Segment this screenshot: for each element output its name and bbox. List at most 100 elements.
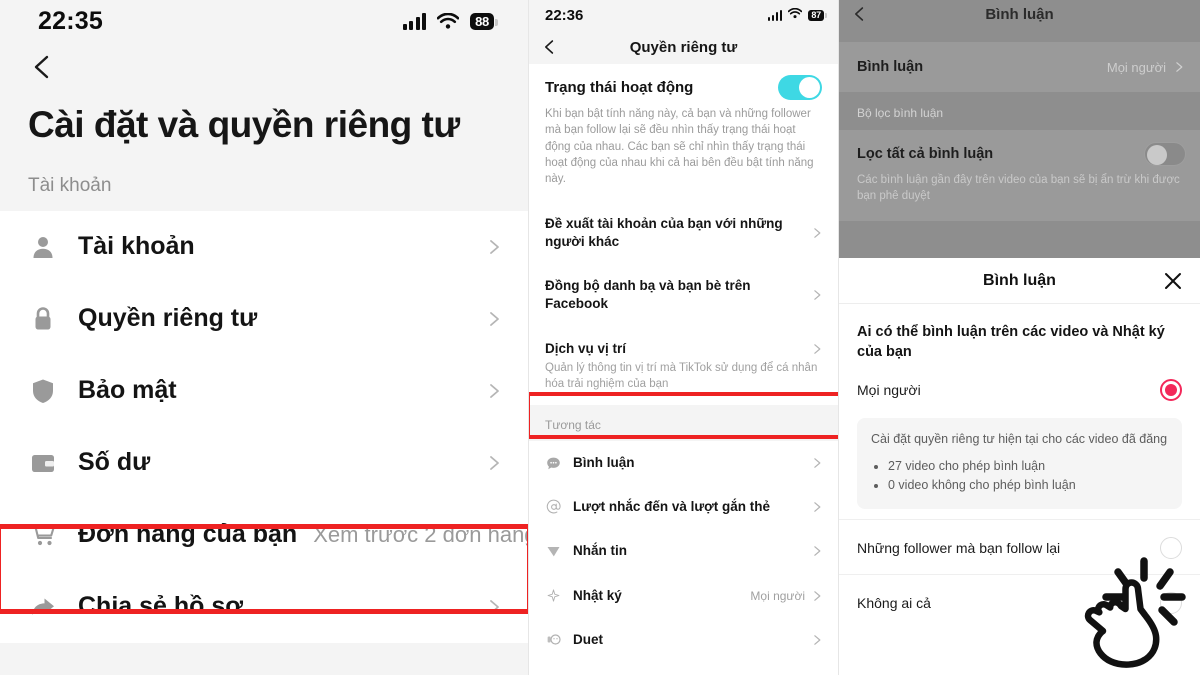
at-mention-icon <box>545 499 562 516</box>
option-everyone[interactable]: Mọi người <box>839 362 1200 416</box>
cellular-signal-icon <box>402 12 427 30</box>
interaction-row-label: Nhắn tin <box>573 543 627 559</box>
wallet-icon <box>28 448 58 478</box>
sheet-question: Ai có thể bình luận trên các video và Nh… <box>857 324 1165 360</box>
comments-setting-card: Bình luận Mọi người <box>839 42 1200 92</box>
privacy-row-label: Dịch vụ vị trí <box>545 340 627 356</box>
chevron-right-icon <box>490 383 499 398</box>
infobox-bullet: 0 video không cho phép bình luận <box>888 476 1168 495</box>
interaction-row-duet[interactable]: Duet <box>529 617 838 663</box>
shield-icon <box>28 376 58 406</box>
option-label: Không ai cả <box>857 595 931 612</box>
status-bar: 22:36 87 <box>529 0 838 30</box>
dimmed-background-layer: Bình luận Bình luận Mọi người Bộ lọc bìn… <box>839 0 1200 258</box>
settings-row-orders[interactable]: Đơn hàng của bạn Xem trước 2 đơn hàng <box>0 498 528 571</box>
chevron-right-icon <box>814 546 821 557</box>
activity-status-row[interactable]: Trạng thái hoạt động <box>529 64 838 102</box>
chevron-right-icon <box>814 228 821 238</box>
section-label-account: Tài khoản <box>28 174 112 196</box>
settings-row-security[interactable]: Bảo mật <box>0 354 528 427</box>
wifi-icon <box>788 6 803 24</box>
privacy-row-label: Đề xuất tài khoản của bạn với những ngườ… <box>545 215 783 249</box>
nav-bar: Quyền riêng tư <box>529 30 838 64</box>
send-message-icon <box>545 543 562 560</box>
activity-status-label: Trạng thái hoạt động <box>545 79 694 96</box>
location-services-description: Quản lý thông tin vị trí mà TikTok sử dụ… <box>545 361 818 390</box>
settings-row-label: Đơn hàng của bạn <box>78 520 298 549</box>
chevron-right-icon <box>490 311 499 326</box>
settings-row-label: Bảo mật <box>78 376 177 405</box>
settings-row-share-profile[interactable]: Chia sẻ hồ sơ <box>0 570 528 643</box>
interaction-row-stories[interactable]: Nhật ký Mọi người <box>529 573 838 618</box>
privacy-list-top: Trạng thái hoạt động Khi bạn bật tính nă… <box>529 64 838 405</box>
chevron-right-icon <box>814 290 821 301</box>
filter-all-comments-description: Các bình luận gần đây trên video của bạn… <box>857 174 1180 203</box>
settings-row-account[interactable]: Tài khoản <box>0 210 528 283</box>
chevron-right-icon <box>814 343 821 354</box>
option-radio-selected[interactable] <box>1160 379 1182 401</box>
settings-row-privacy[interactable]: Quyền riêng tư <box>0 282 528 355</box>
privacy-row-suggest-account[interactable]: Đề xuất tài khoản của bạn với những ngườ… <box>529 201 838 265</box>
interaction-list: Bình luận Lượt nhắc đến và lượt gắn thẻ … <box>529 440 838 675</box>
sheet-title: Bình luận <box>983 271 1056 289</box>
group-label-interaction: Tương tác <box>529 404 838 441</box>
filter-all-comments-row[interactable]: Lọc tất cả bình luận <box>839 130 1200 166</box>
nav-bar: Bình luận <box>839 0 1200 28</box>
settings-row-label: Chia sẻ hồ sơ <box>78 592 244 621</box>
chevron-right-icon <box>490 239 499 254</box>
settings-row-balance[interactable]: Số dư <box>0 426 528 499</box>
infobox-heading: Cài đặt quyền riêng tư hiện tại cho các … <box>871 432 1168 446</box>
settings-row-label: Quyền riêng tư <box>78 304 258 333</box>
comments-permission-label: Bình luận <box>857 59 924 75</box>
comments-permission-value: Mọi người <box>1106 59 1166 75</box>
status-bar: 22:35 88 <box>0 0 528 42</box>
option-no-one[interactable]: Không ai cả <box>839 574 1200 629</box>
settings-row-label: Số dư <box>78 448 151 477</box>
nav-title: Quyền riêng tư <box>629 38 738 56</box>
settings-row-value: Xem trước 2 đơn hàng <box>313 521 528 547</box>
chevron-right-icon <box>814 590 821 601</box>
activity-status-toggle[interactable] <box>778 75 822 100</box>
panel-settings-and-privacy: 22:35 88 Cài đặt và quyền riêng tư Tài k… <box>0 0 528 675</box>
chevron-right-icon <box>490 599 499 614</box>
current-privacy-infobox: Cài đặt quyền riêng tư hiện tại cho các … <box>857 418 1182 510</box>
option-radio[interactable] <box>1160 537 1182 560</box>
sheet-header: Bình luận <box>839 258 1200 304</box>
comments-bottom-sheet: Bình luận Ai có thể bình luận trên các v… <box>839 258 1200 675</box>
comment-filter-card: Lọc tất cả bình luận Các bình luận gần đ… <box>839 130 1200 221</box>
chevron-right-icon <box>490 455 499 470</box>
group-label-comment-filter: Bộ lọc bình luận <box>857 106 944 120</box>
privacy-row-sync-contacts[interactable]: Đồng bộ danh bạ và bạn bè trên Facebook <box>529 264 838 327</box>
status-time: 22:35 <box>38 6 103 35</box>
battery-indicator: 87 <box>808 9 827 21</box>
cellular-signal-icon <box>767 9 783 21</box>
filter-all-comments-toggle[interactable] <box>1144 142 1186 166</box>
comments-permission-row[interactable]: Bình luận Mọi người <box>839 42 1200 92</box>
page-title: Cài đặt và quyền riêng tư <box>28 104 460 145</box>
status-time: 22:36 <box>545 6 584 24</box>
back-button[interactable] <box>0 42 528 94</box>
three-panel-tutorial-screenshot: 22:35 88 Cài đặt và quyền riêng tư Tài k… <box>0 0 1200 675</box>
wifi-icon <box>437 12 460 30</box>
interaction-row-comments[interactable]: Bình luận <box>529 440 838 486</box>
chevron-right-icon <box>814 502 821 513</box>
filter-all-comments-label: Lọc tất cả bình luận <box>857 146 994 162</box>
settings-row-label: Tài khoản <box>78 232 195 261</box>
nav-title: Bình luận <box>985 5 1054 23</box>
interaction-row-messages[interactable]: Nhắn tin <box>529 529 838 574</box>
option-radio[interactable] <box>1160 592 1182 615</box>
chevron-right-icon <box>814 635 821 645</box>
interaction-row-stitch[interactable]: Stitch <box>529 662 838 675</box>
infobox-bullet: 27 video cho phép bình luận <box>888 457 1168 476</box>
close-icon[interactable] <box>1162 270 1184 292</box>
privacy-row-location-services[interactable]: Dịch vụ vị trí <box>529 326 838 360</box>
person-icon <box>28 232 58 262</box>
panel-comments-settings: Bình luận Bình luận Mọi người Bộ lọc bìn… <box>838 0 1200 675</box>
option-label: Những follower mà bạn follow lại <box>857 540 1061 557</box>
interaction-row-mentions-tags[interactable]: Lượt nhắc đến và lượt gắn thẻ <box>529 485 838 530</box>
duet-icon <box>545 631 562 648</box>
option-mutual-followers[interactable]: Những follower mà bạn follow lại <box>839 519 1200 574</box>
sparkle-icon <box>545 587 562 604</box>
battery-indicator: 88 <box>470 12 498 30</box>
chevron-right-icon <box>814 458 821 468</box>
